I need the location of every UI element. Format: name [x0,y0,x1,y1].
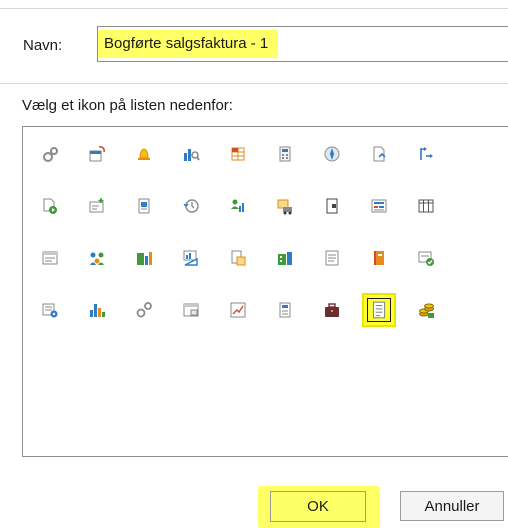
bell-icon-glyph [138,148,150,160]
icon-list[interactable] [22,126,508,457]
book-orange-icon-glyph [374,251,384,265]
document-blue-icon[interactable] [127,189,161,223]
coins-stack-icon-glyph [419,303,434,318]
document-check-icon[interactable] [409,241,443,275]
gears-small-icon-glyph [136,302,152,318]
chart-search-icon-glyph [184,149,200,161]
line-chart-icon[interactable] [221,293,255,327]
building-chart-icon[interactable] [268,241,302,275]
name-input[interactable]: Bogførte salgsfaktura - 1 [97,26,508,62]
window-list-icon-glyph [42,251,58,265]
calendar-refresh-icon[interactable] [80,137,114,171]
text-document-icon[interactable] [362,293,396,327]
name-label: Navn: [23,37,63,54]
document-blue-icon-glyph [138,198,150,214]
briefcase-icon[interactable] [315,293,349,327]
cancel-button[interactable]: Annuller [400,491,504,521]
flow-arrow-icon[interactable] [409,137,443,171]
chart-ruler-icon-glyph [183,250,198,266]
globe-compass-icon-glyph [324,146,340,162]
window-sheet-icon-glyph [183,303,199,317]
people-network-icon[interactable] [80,241,114,275]
briefcase-icon-glyph [325,303,339,317]
phone-book-icon[interactable] [315,189,349,223]
name-value[interactable]: Bogførte salgsfaktura - 1 [98,30,279,58]
text-document-icon-glyph [372,301,386,319]
document-arrow-icon[interactable] [362,137,396,171]
list-settings-icon[interactable] [33,293,67,327]
flow-arrow-icon-glyph [420,147,433,160]
document-box-icon-glyph [231,250,246,266]
top-divider [0,8,508,9]
phone-book-icon-glyph [326,198,338,214]
customize-icon-dialog: Navn: Bogførte salgsfaktura - 1 Vælg et … [0,0,508,528]
document-check-icon-glyph [418,251,434,266]
list-box-icon-glyph [325,250,339,266]
truck-folder-icon[interactable] [268,189,302,223]
document-arrow-icon-glyph [373,146,386,162]
document-box-icon[interactable] [221,241,255,275]
book-orange-icon[interactable] [362,241,396,275]
document-grid-icon[interactable] [268,293,302,327]
chart-search-icon[interactable] [174,137,208,171]
ok-button-label: OK [270,491,366,522]
document-play-icon-glyph [43,198,57,214]
table-grid-icon-glyph [231,147,245,161]
gears-icon-glyph [43,147,58,162]
gears-small-icon[interactable] [127,293,161,327]
people-chart-icon[interactable] [221,189,255,223]
table-columns-icon[interactable] [409,189,443,223]
bar-chart-icon[interactable] [80,293,114,327]
ok-button[interactable]: OK [258,486,380,528]
form-list-icon[interactable] [362,189,396,223]
document-grid-icon-glyph [279,302,291,318]
card-add-icon[interactable] [80,189,114,223]
form-list-icon-glyph [371,199,387,213]
building-charts-icon[interactable] [127,241,161,275]
truck-folder-icon-glyph [277,199,292,215]
document-play-icon[interactable] [33,189,67,223]
card-add-icon-glyph [89,198,104,213]
coins-stack-icon[interactable] [409,293,443,327]
section-divider [0,83,508,84]
table-grid-icon[interactable] [221,137,255,171]
clock-history-icon-glyph [183,199,199,213]
building-charts-icon-glyph [137,252,152,265]
bell-icon[interactable] [127,137,161,171]
list-box-icon[interactable] [315,241,349,275]
list-settings-icon-glyph [42,303,58,318]
icon-list-label: Vælg et ikon på listen nedenfor: [22,97,233,114]
table-columns-icon-glyph [418,199,434,213]
calculator-icon-glyph [279,146,291,162]
people-network-icon-glyph [90,252,104,265]
bar-chart-icon-glyph [90,304,105,317]
line-chart-icon-glyph [230,302,246,318]
gears-icon[interactable] [33,137,67,171]
globe-compass-icon[interactable] [315,137,349,171]
window-sheet-icon[interactable] [174,293,208,327]
window-list-icon[interactable] [33,241,67,275]
people-chart-icon-glyph [231,199,244,212]
calendar-refresh-icon-glyph [89,146,105,162]
building-chart-icon-glyph [278,252,292,265]
clock-history-icon[interactable] [174,189,208,223]
chart-ruler-icon[interactable] [174,241,208,275]
calculator-icon[interactable] [268,137,302,171]
